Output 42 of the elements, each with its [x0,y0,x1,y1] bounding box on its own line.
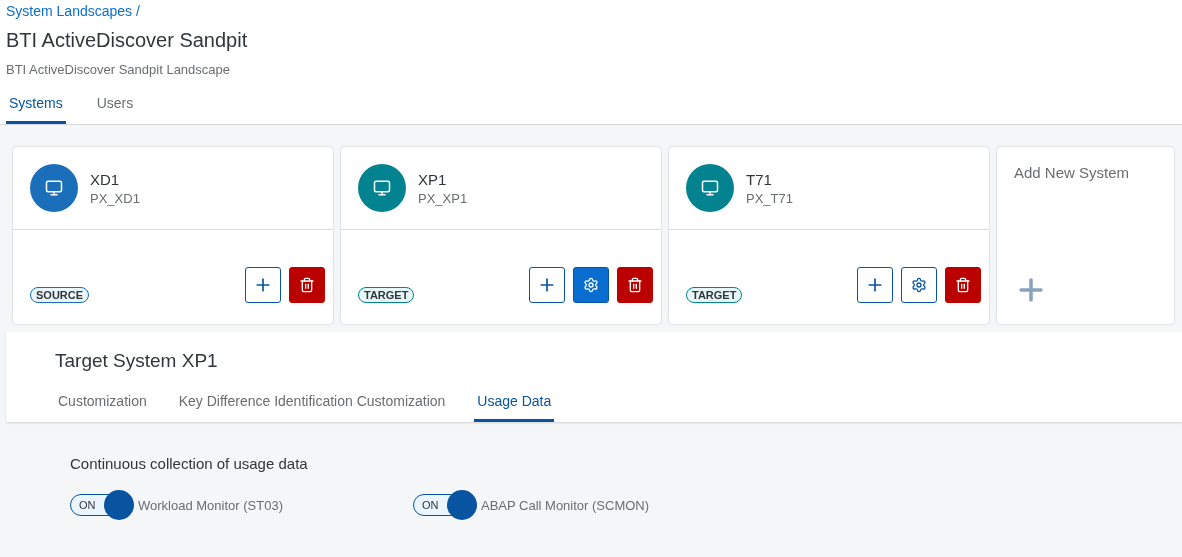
tab[interactable]: Customization [55,390,150,422]
system-name: XD1 [90,170,121,188]
detail-title: Target System XP1 [55,350,219,372]
system-card[interactable]: T71 PX_T71 TARGET [669,147,989,324]
role-badge: TARGET [358,287,415,303]
system-name: T71 [746,170,773,188]
tab[interactable]: Users [93,95,137,124]
monitor-icon [358,164,406,212]
settings-icon [911,277,927,293]
settings-button[interactable] [573,267,609,303]
delete-button[interactable] [617,267,653,303]
role-badge: SOURCE [30,287,90,303]
system-card[interactable]: XP1 PX_XP1 TARGET [341,147,661,324]
settings-icon [583,277,599,293]
add-button[interactable] [857,267,893,303]
trash-icon [627,277,643,293]
tab[interactable]: Key Difference Identification Customization [175,390,449,422]
add-system-label: Add New System [1014,164,1131,181]
monitor-icon [686,164,734,212]
page-subtitle: BTI ActiveDiscover Sandpit Landscape [6,62,231,77]
monitor-icon [30,164,78,212]
switch-label: Workload Monitor (ST03) [138,497,283,513]
delete-button[interactable] [945,267,981,303]
delete-button[interactable] [289,267,325,303]
system-id: PX_XP1 [418,190,468,206]
section-title: Continuous collection of usage data [70,455,309,472]
tab[interactable]: Usage Data [474,390,555,422]
trash-icon [299,277,315,293]
switch-label: ABAP Call Monitor (SCMON) [481,497,650,513]
page-title: BTI ActiveDiscover Sandpit [6,29,249,52]
breadcrumb-separator: / [136,3,140,19]
system-card[interactable]: XD1 PX_XD1 SOURCE [13,147,333,324]
trash-icon [955,277,971,293]
add-system-card[interactable]: Add New System [997,147,1174,324]
settings-button[interactable] [901,267,937,303]
add-button[interactable] [529,267,565,303]
system-id: PX_XD1 [90,190,140,206]
role-badge: TARGET [686,287,743,303]
system-name: XP1 [418,170,448,188]
add-button[interactable] [245,267,281,303]
breadcrumb-link[interactable]: System Landscapes [6,3,133,19]
system-id: PX_T71 [746,190,793,206]
